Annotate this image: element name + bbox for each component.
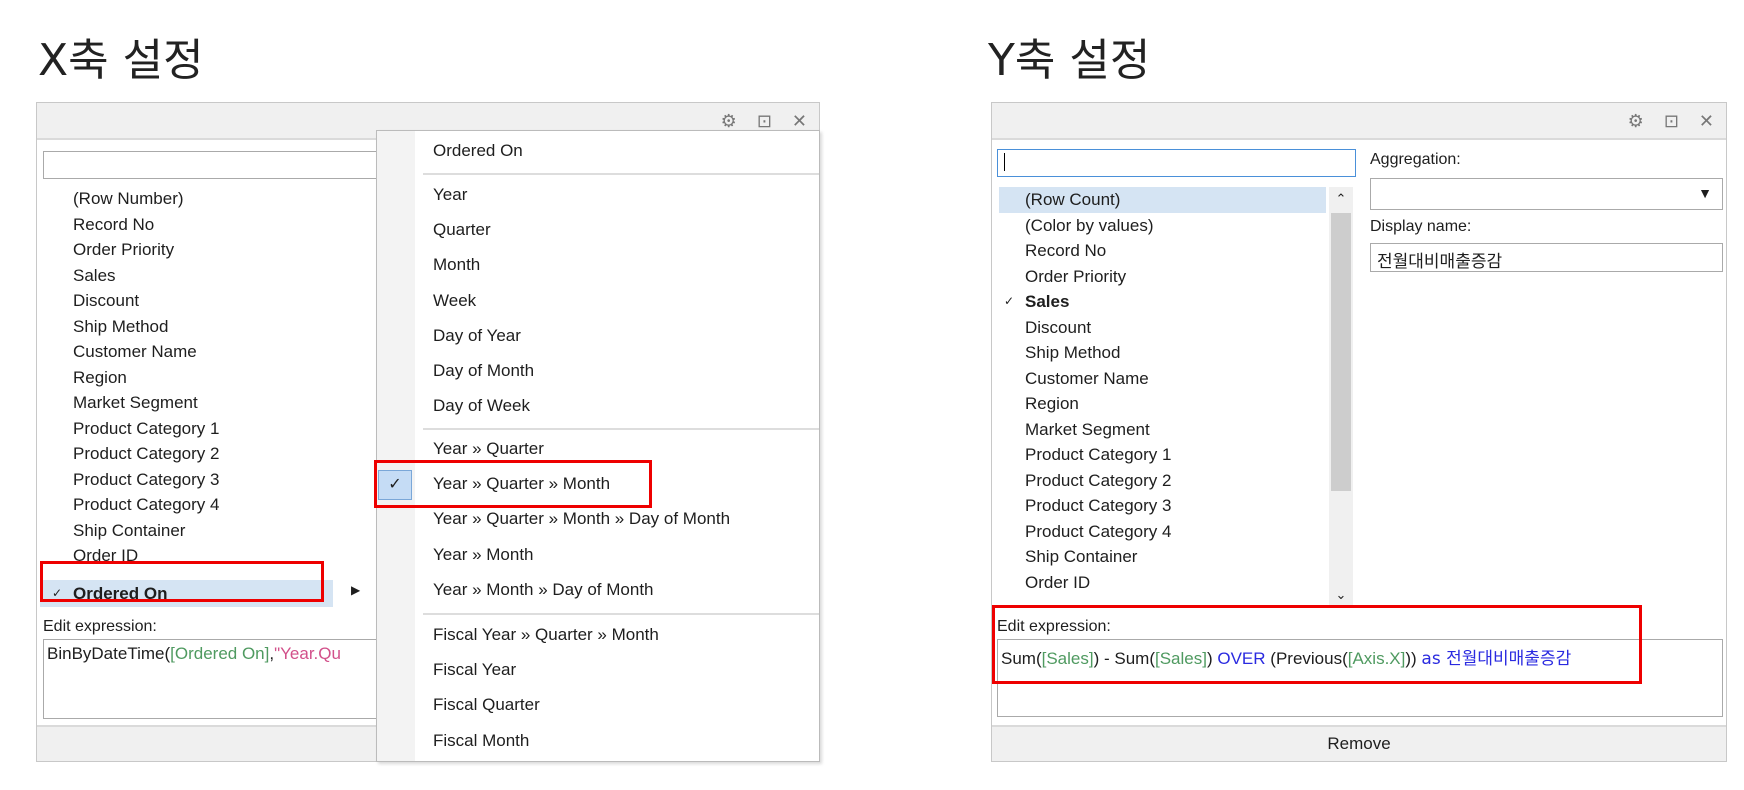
close-icon[interactable]: ✕ (1699, 111, 1714, 132)
display-name-label: Display name: (1370, 218, 1472, 235)
field-label: Order ID (1025, 572, 1091, 592)
expression-editor[interactable]: BinByDateTime([Ordered On],"Year.Qu (43, 639, 383, 719)
display-name-input[interactable]: 전월대비매출증감 (1370, 243, 1723, 272)
annotation-box (374, 460, 652, 508)
field-label: Market Segment (73, 393, 198, 412)
field-label: Ship Container (1025, 547, 1138, 566)
field-label: Order Priority (1025, 266, 1127, 286)
field-search-input[interactable] (43, 151, 383, 179)
field-label: Order Priority (73, 240, 175, 259)
field-label: Record No (1025, 241, 1107, 260)
scrollbar-thumb[interactable] (1331, 213, 1351, 491)
remove-button[interactable]: Remove (992, 725, 1726, 761)
gear-icon[interactable]: ⚙ (721, 111, 737, 132)
menu-item[interactable]: Year (433, 185, 467, 205)
scroll-down-icon[interactable]: ⌄ (1329, 583, 1353, 607)
field-label: Region (73, 367, 127, 387)
field-label: Discount (1025, 317, 1092, 337)
field-search-input[interactable] (997, 149, 1356, 177)
annotation-box (992, 605, 1642, 684)
menu-item[interactable]: Day of Month (433, 361, 534, 381)
field-label: Product Category 4 (1025, 521, 1172, 541)
menu-item[interactable]: Fiscal Quarter (433, 695, 540, 715)
menu-separator (423, 173, 819, 175)
check-icon: ✓ (1003, 294, 1015, 308)
aggregation-dropdown[interactable]: ▼ (1370, 178, 1723, 210)
annotation-box (40, 561, 324, 602)
field-label: Region (1025, 394, 1079, 413)
x-axis-title: X축 설정 (38, 35, 204, 86)
field-label: Sales (1025, 292, 1070, 311)
field-label: Product Category 1 (1025, 445, 1172, 464)
binning-context-menu: Ordered On Year Quarter Month Week Day of Yea… (376, 130, 820, 762)
menu-item[interactable]: Year » Quarter » Month » Day of Month (433, 509, 730, 529)
field-label: Ship Method (1025, 343, 1121, 362)
field-label: Product Category 3 (1025, 496, 1172, 515)
menu-separator (423, 613, 819, 615)
edit-expression-label: Edit expression: (43, 618, 157, 635)
menu-item[interactable]: Fiscal Year » Quarter » Month (433, 625, 659, 645)
field-label: Product Category 4 (73, 495, 220, 514)
menu-item[interactable]: Year » Month » Day of Month (433, 580, 654, 600)
field-label: Market Segment (1025, 419, 1150, 439)
aggregation-label: Aggregation: (1370, 151, 1461, 168)
y-axis-panel: ⚙ ⊡ ✕ (Row Count) (Color by values) Record N… (991, 102, 1727, 762)
menu-item[interactable]: Quarter (433, 220, 491, 240)
field-label: Product Category 3 (73, 469, 220, 489)
y-axis-title: Y축 설정 (988, 35, 1151, 86)
field-label: Customer Name (73, 342, 197, 361)
menu-item[interactable]: Day of Week (433, 396, 530, 416)
menu-item[interactable]: Month (433, 255, 480, 275)
menu-item[interactable]: Fiscal Month (433, 731, 529, 751)
field-label: Ship Container (73, 520, 186, 540)
dock-icon[interactable]: ⊡ (1664, 111, 1679, 132)
field-label: Record No (73, 214, 155, 234)
close-icon[interactable]: ✕ (792, 111, 807, 132)
menu-item[interactable]: Fiscal Year (433, 660, 516, 680)
scroll-up-icon[interactable]: ⌃ (1329, 187, 1353, 211)
field-list: (Row Count) (Color by values) Record No Ord… (999, 187, 1319, 607)
gear-icon[interactable]: ⚙ (1628, 111, 1644, 132)
menu-item[interactable]: Day of Year (433, 326, 521, 346)
field-label: Sales (73, 265, 116, 285)
panel-header: ⚙ ⊡ ✕ (992, 103, 1726, 140)
menu-separator (423, 428, 819, 430)
field-label: Ship Method (73, 316, 169, 336)
field-label: Customer Name (1025, 368, 1149, 388)
field-label: Discount (73, 291, 140, 310)
field-label: Product Category 2 (1025, 470, 1172, 490)
field-label: (Color by values) (1025, 215, 1154, 235)
field-label: Product Category 1 (73, 418, 220, 438)
dock-icon[interactable]: ⊡ (757, 111, 772, 132)
menu-item[interactable]: Week (433, 291, 476, 311)
menu-item[interactable]: Year » Month (433, 545, 534, 565)
field-list: (Row Number) Record No Order Priority Sales… (47, 186, 377, 606)
menu-item[interactable]: Ordered On (433, 141, 523, 161)
submenu-arrow-icon: ▶ (351, 583, 361, 597)
dropdown-arrow-icon: ▼ (1698, 185, 1712, 201)
menu-item[interactable]: Year » Quarter (433, 439, 544, 459)
scrollbar[interactable]: ⌃ ⌄ (1329, 187, 1353, 607)
field-label: (Row Number) (73, 189, 184, 208)
field-label: Product Category 2 (73, 444, 220, 463)
field-label: (Row Count) (1025, 190, 1121, 209)
